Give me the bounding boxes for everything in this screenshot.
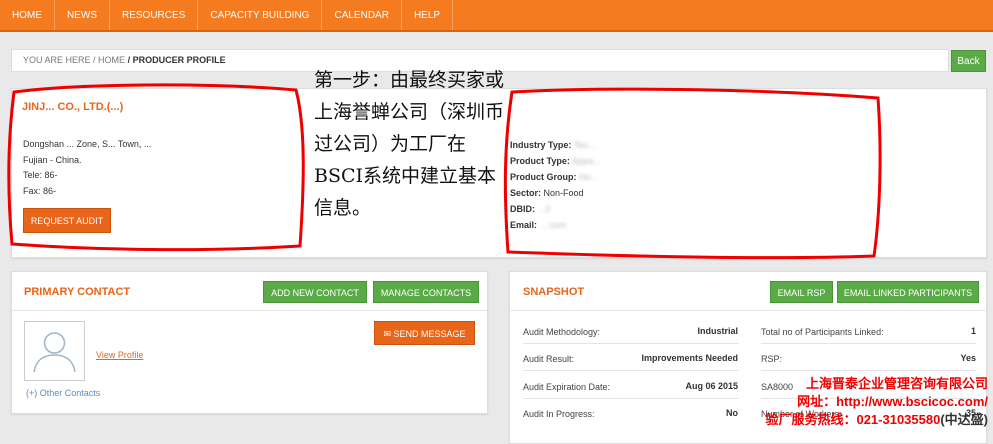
watermark-hotline: 验厂服务热线：021-31035580(中达盛) [765, 412, 988, 427]
request-audit-button[interactable]: REQUEST AUDIT [23, 208, 111, 233]
snapshot-label: Audit Result: [523, 354, 575, 364]
breadcrumb-current: / PRODUCER PROFILE [127, 55, 226, 65]
info-row: Product Type: Appa... [510, 156, 601, 166]
envelope-icon: ✉ [383, 329, 391, 339]
producer-info: Industry Type: Tex... Product Type: Appa… [510, 137, 600, 233]
back-button[interactable]: Back [951, 50, 986, 72]
producer-name: JINJ... CO., LTD.(...) [22, 101, 124, 113]
snapshot-value: Yes [960, 353, 976, 363]
email-linked-participants-button[interactable]: EMAIL LINKED PARTICIPANTS [837, 281, 979, 303]
email-rsp-button[interactable]: EMAIL RSP [770, 281, 833, 303]
divider [761, 370, 976, 371]
fax-line: Fax: 86- [23, 185, 57, 196]
divider [510, 310, 986, 311]
nav-calendar[interactable]: CALENDAR [322, 0, 402, 30]
snapshot-value: Improvements Needed [641, 353, 738, 363]
watermark-url: 网址：http://www.bscicoc.com/ [797, 394, 988, 409]
send-message-button[interactable]: ✉ SEND MESSAGE [374, 321, 475, 345]
primary-contact-title: PRIMARY CONTACT [24, 286, 131, 298]
phone-line: Tele: 86- [23, 170, 58, 180]
info-row: Email: ....com [510, 220, 567, 230]
divider [761, 343, 976, 344]
snapshot-label: Audit In Progress: [523, 409, 595, 419]
divider [523, 343, 739, 344]
watermark-company: 上海晋泰企业管理咨询有限公司 [805, 376, 988, 391]
avatar [24, 321, 85, 381]
info-row: Industry Type: Tex... [510, 140, 596, 150]
view-profile-link[interactable]: View Profile [96, 350, 143, 360]
add-new-contact-button[interactable]: ADD NEW CONTACT [263, 281, 367, 303]
divider [523, 370, 739, 371]
snapshot-label: RSP: [761, 354, 783, 364]
manage-contacts-button[interactable]: MANAGE CONTACTS [373, 281, 479, 303]
nav-help[interactable]: HELP [402, 0, 454, 30]
annotation-note: 第一步：由最终买家或上海誉蝉公司（深圳币过公司）为工厂在BSCI系统中建立基本信… [314, 69, 505, 219]
divider [523, 398, 739, 399]
snapshot-value: Industrial [697, 326, 738, 336]
nav-capacity-building[interactable]: CAPACITY BUILDING [198, 0, 323, 30]
breadcrumb-home[interactable]: / HOME [93, 55, 125, 65]
info-row: Sector: Non-Food [510, 188, 584, 198]
info-row: DBID: ...3 [510, 204, 551, 214]
other-contacts-link[interactable]: (+) Other Contacts [26, 388, 100, 398]
snapshot-value: Aug 06 2015 [685, 381, 738, 391]
divider [12, 310, 487, 311]
nav-news[interactable]: NEWS [55, 0, 110, 30]
snapshot-title: SNAPSHOT [523, 286, 585, 298]
primary-contact-panel: PRIMARY CONTACT ADD NEW CONTACT MANAGE C… [11, 271, 488, 414]
snapshot-value: No [726, 408, 738, 418]
producer-address: Dongshan ... Zone, S... Town, ... Fujian… [23, 137, 151, 199]
nav-resources[interactable]: RESOURCES [110, 0, 199, 30]
info-row: Product Group: Ho... [510, 172, 599, 182]
top-nav: HOME NEWS RESOURCES CAPACITY BUILDING CA… [0, 0, 993, 32]
snapshot-label: Audit Expiration Date: [523, 382, 611, 392]
breadcrumb-prefix: YOU ARE HERE [23, 55, 91, 65]
watermark: 上海晋泰企业管理咨询有限公司 网址：http://www.bscicoc.com… [754, 375, 988, 429]
address-line: Fujian - China. [23, 154, 82, 165]
snapshot-label: Total no of Participants Linked: [761, 327, 884, 337]
snapshot-label: Audit Methodology: [523, 327, 601, 337]
user-icon [33, 332, 76, 373]
watermark-tail: (中达盛) [940, 412, 988, 427]
snapshot-value: 1 [970, 326, 976, 336]
address-line: Dongshan ... Zone, S... Town, ... [23, 139, 152, 149]
nav-home[interactable]: HOME [0, 0, 55, 30]
